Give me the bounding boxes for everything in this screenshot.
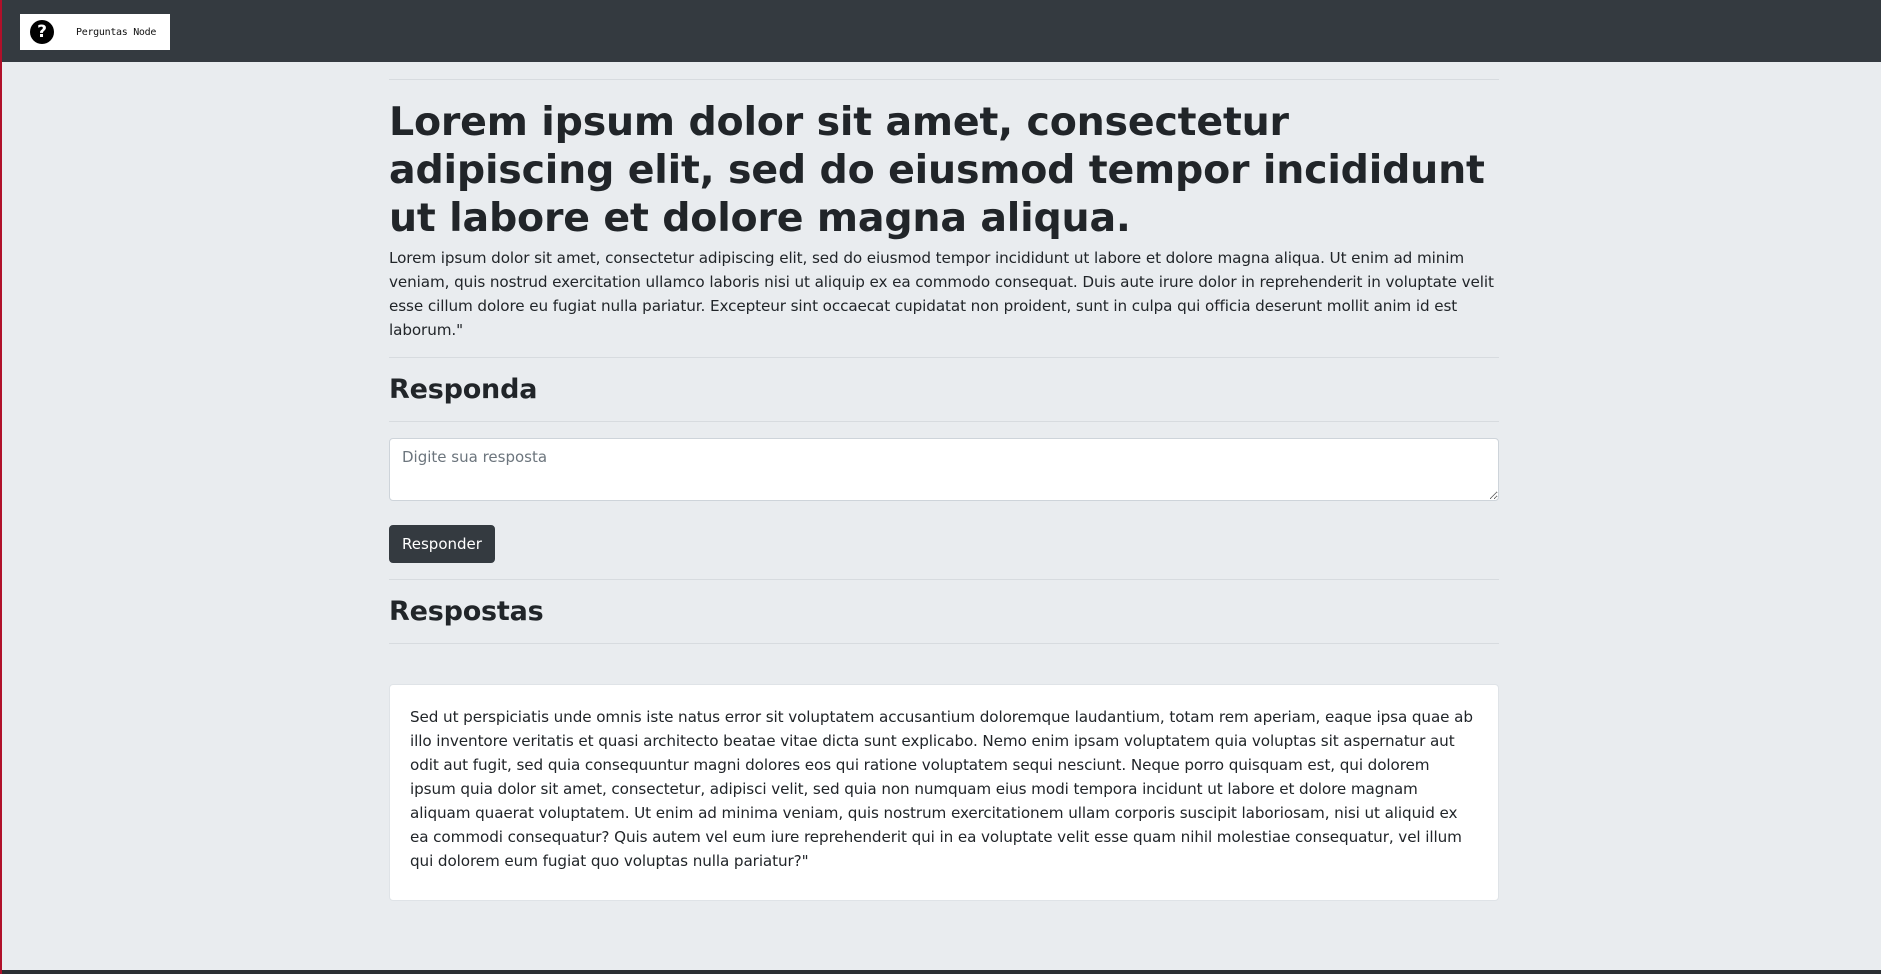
question-mark-icon: ? [30,20,54,44]
submit-answer-button[interactable]: Responder [389,525,495,563]
answer-form-heading: Responda [389,374,538,405]
answers-heading: Respostas [389,596,544,627]
divider [389,579,1499,580]
divider [389,421,1499,422]
answer-textarea[interactable] [389,438,1499,501]
divider [389,79,1499,80]
answer-form: Responder [389,438,1499,563]
brand-link[interactable]: ? Perguntas Node [20,14,170,50]
answer-card: Sed ut perspiciatis unde omnis iste natu… [389,684,1499,901]
question-title: Lorem ipsum dolor sit amet, consectetur … [389,99,1485,241]
answer-text: Sed ut perspiciatis unde omnis iste natu… [410,708,1473,870]
divider [389,643,1499,644]
main-container: Lorem ipsum dolor sit amet, consectetur … [389,62,1499,901]
brand-text: Perguntas Node [76,26,157,38]
question-description: Lorem ipsum dolor sit amet, consectetur … [389,249,1494,339]
taskbar-edge [2,970,1881,974]
divider [389,357,1499,358]
top-navbar: ? Perguntas Node [2,0,1881,62]
